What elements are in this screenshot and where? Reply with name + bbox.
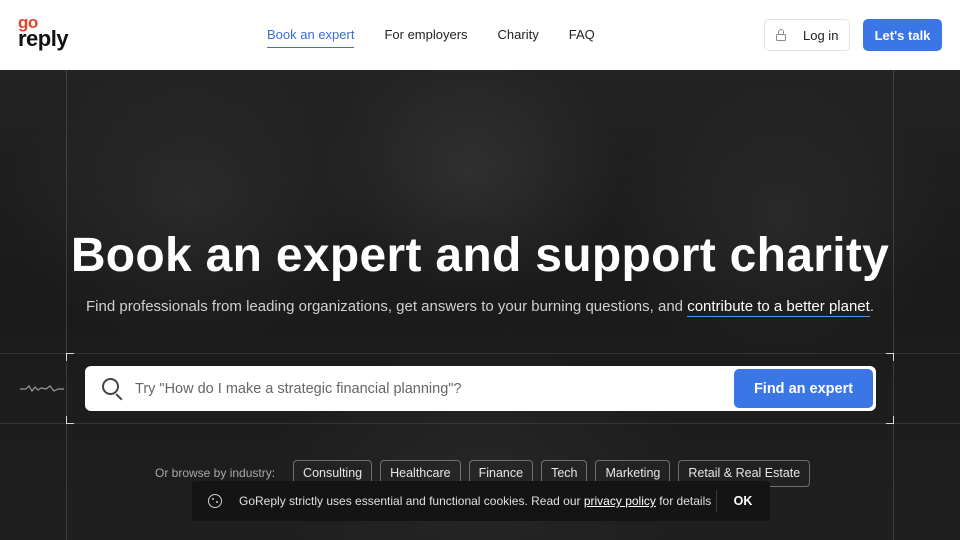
hero-title: Book an expert and support charity <box>70 229 890 282</box>
hero-subtitle: Find professionals from leading organiza… <box>0 298 960 317</box>
lock-icon <box>776 29 786 41</box>
hero-section: Book an expert and support charity Find … <box>0 70 960 540</box>
search-bar: Find an expert <box>85 366 876 411</box>
cookie-text-start: GoReply strictly uses essential and func… <box>239 494 584 508</box>
cookie-ok-button[interactable]: OK <box>727 481 759 521</box>
main-nav: Book an expert For employers Charity FAQ <box>267 0 625 70</box>
search-input[interactable] <box>135 366 725 411</box>
nav-for-employers[interactable]: For employers <box>384 24 467 46</box>
logo-bottom: reply <box>18 25 69 51</box>
login-button[interactable]: Log in <box>764 19 850 51</box>
find-expert-button[interactable]: Find an expert <box>734 369 873 408</box>
browse-label: Or browse by industry: <box>155 466 276 480</box>
corner-mark-br <box>886 416 894 424</box>
goreply-logo[interactable]: go reply <box>18 14 74 54</box>
cookie-divider <box>716 490 717 512</box>
cookie-icon <box>208 494 222 508</box>
nav-book-an-expert[interactable]: Book an expert <box>267 24 355 48</box>
privacy-policy-link[interactable]: privacy policy <box>584 494 656 508</box>
corner-mark-tl <box>66 353 74 361</box>
cookie-banner: GoReply strictly uses essential and func… <box>192 481 770 521</box>
nav-faq[interactable]: FAQ <box>569 24 595 46</box>
subtitle-highlight: contribute to a better planet <box>687 298 870 317</box>
nav-charity[interactable]: Charity <box>498 24 539 46</box>
corner-mark-tr <box>886 353 894 361</box>
corner-mark-bl <box>66 416 74 424</box>
subtitle-text: Find professionals from leading organiza… <box>86 298 688 315</box>
lets-talk-button[interactable]: Let's talk <box>863 19 942 51</box>
cookie-text-end: for details <box>655 494 712 508</box>
search-icon <box>102 378 124 401</box>
login-label: Log in <box>803 27 839 43</box>
cookie-message: GoReply strictly uses essential and func… <box>239 481 711 521</box>
subtitle-end: . <box>869 298 874 315</box>
frame-line-bottom <box>0 423 960 424</box>
squiggle-decoration <box>20 385 64 393</box>
site-header: go reply Book an expert For employers Ch… <box>0 0 960 70</box>
frame-line-top <box>0 353 960 354</box>
